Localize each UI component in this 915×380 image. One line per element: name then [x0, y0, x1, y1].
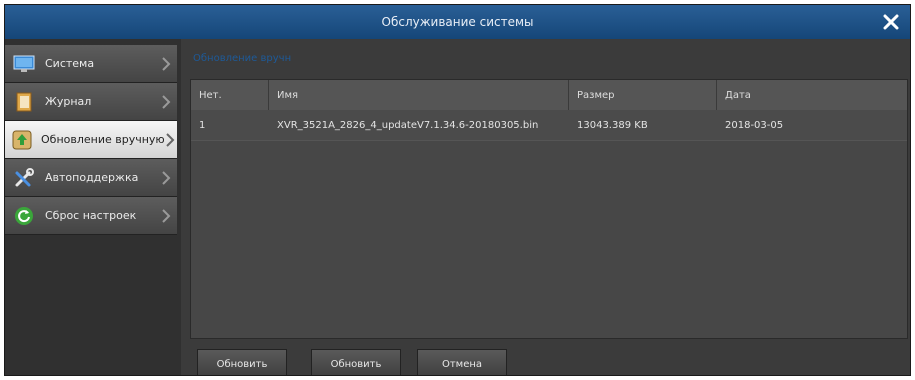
- upload-update-icon: [11, 127, 33, 153]
- sidebar-item-label: Система: [45, 57, 95, 70]
- chevron-right-icon: [159, 170, 173, 185]
- column-header-size: Размер: [569, 80, 717, 110]
- journal-book-icon: [11, 89, 37, 115]
- system-monitor-icon: [11, 51, 37, 77]
- cell-date: 2018-03-05: [725, 119, 784, 131]
- chevron-right-icon: [159, 94, 173, 109]
- main-content: Обновление вручн Нет. Имя Размер Дата 1 …: [185, 39, 910, 375]
- sidebar-item-factory-reset[interactable]: Сброс настроек: [5, 197, 177, 235]
- window-title: Обслуживание системы: [381, 15, 534, 29]
- sidebar-item-label: Автоподдержка: [45, 171, 139, 184]
- section-title: Обновление вручн: [193, 53, 292, 64]
- cell-number: 1: [199, 119, 206, 131]
- column-header-number: Нет.: [191, 80, 269, 110]
- sidebar: Система Журнал Обновление вручную Автопо…: [5, 39, 181, 375]
- sidebar-item-label: Журнал: [45, 95, 92, 108]
- close-button[interactable]: [878, 9, 904, 35]
- refresh-button[interactable]: Обновить: [197, 349, 287, 375]
- column-header-name: Имя: [269, 80, 569, 110]
- tools-wrench-icon: [11, 165, 37, 191]
- sidebar-item-auto-maintain[interactable]: Автоподдержка: [5, 159, 177, 197]
- cell-file-name: XVR_3521A_2826_4_updateV7.1.34.6-2018030…: [277, 119, 539, 131]
- update-button[interactable]: Обновить: [311, 349, 401, 375]
- system-maintenance-window: Обслуживание системы Система Журнал Обно…: [4, 4, 911, 376]
- table-row[interactable]: 1 XVR_3521A_2826_4_updateV7.1.34.6-20180…: [191, 110, 907, 141]
- chevron-right-icon: [159, 56, 173, 71]
- reset-refresh-icon: [11, 203, 37, 229]
- cancel-button[interactable]: Отмена: [417, 349, 507, 375]
- sidebar-item-label: Сброс настроек: [45, 209, 137, 222]
- sidebar-item-manual-update[interactable]: Обновление вручную: [5, 121, 177, 159]
- sidebar-item-system[interactable]: Система: [5, 45, 177, 83]
- title-bar: Обслуживание системы: [5, 5, 910, 39]
- firmware-table: Нет. Имя Размер Дата 1 XVR_3521A_2826_4_…: [190, 79, 908, 339]
- sidebar-item-journal[interactable]: Журнал: [5, 83, 177, 121]
- table-header: Нет. Имя Размер Дата: [191, 80, 907, 111]
- chevron-right-icon: [165, 132, 175, 147]
- column-header-date: Дата: [725, 89, 751, 101]
- close-icon: [883, 14, 899, 30]
- cell-file-size: 13043.389 KB: [577, 119, 648, 131]
- chevron-right-icon: [159, 208, 173, 223]
- sidebar-item-label: Обновление вручную: [41, 133, 165, 146]
